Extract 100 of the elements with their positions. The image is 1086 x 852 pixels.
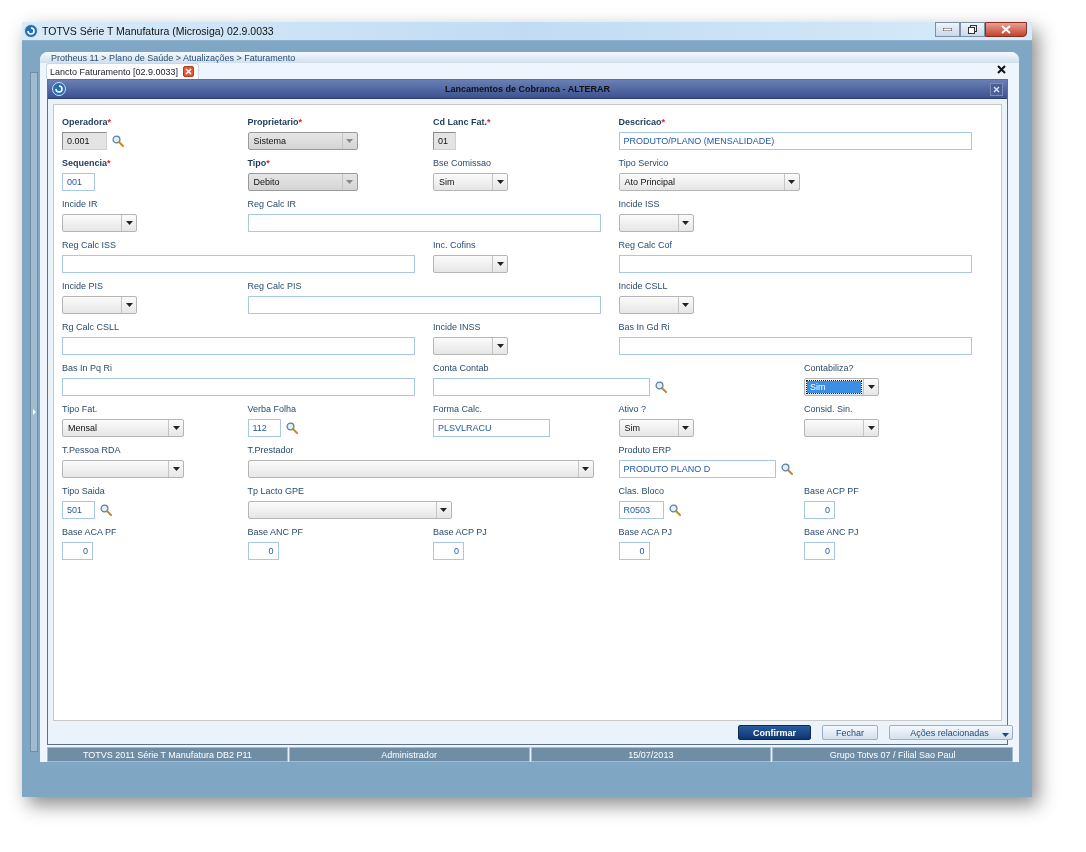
field-label: Rg Calc CSLL bbox=[62, 321, 120, 333]
field-label: Verba Folha bbox=[247, 403, 297, 415]
dropdown[interactable] bbox=[62, 460, 184, 478]
field-label: Bas In Pq Ri bbox=[62, 362, 113, 374]
dropdown[interactable] bbox=[62, 214, 137, 232]
input-field[interactable]: PRODUTO/PLANO (MENSALIDADE) bbox=[618, 132, 972, 150]
field-label: Incide IR bbox=[62, 198, 98, 210]
field-label: Incide ISS bbox=[618, 198, 660, 210]
caret-icon bbox=[867, 426, 875, 430]
menu-button[interactable]: Ações relacionadas bbox=[889, 725, 1013, 740]
close-icon bbox=[1001, 25, 1011, 34]
app-logo-icon bbox=[24, 24, 38, 38]
search-icon[interactable] bbox=[285, 422, 298, 434]
field-label: Tipo* bbox=[247, 157, 270, 169]
input-field[interactable]: 0 bbox=[247, 542, 279, 560]
input-field[interactable]: PRODUTO PLANO D bbox=[618, 460, 776, 478]
search-icon[interactable] bbox=[655, 381, 667, 393]
action-button[interactable]: Fechar bbox=[822, 725, 878, 740]
field-label: Consid. Sin. bbox=[804, 403, 853, 415]
tab[interactable]: Lancto Faturamento [02.9.0033] bbox=[46, 63, 200, 79]
input-field[interactable]: 0 bbox=[433, 542, 464, 560]
caret-icon bbox=[172, 426, 180, 430]
search-icon[interactable] bbox=[100, 504, 112, 516]
field-label: Contabiliza? bbox=[804, 362, 854, 374]
input-field[interactable] bbox=[247, 214, 601, 232]
search-icon[interactable] bbox=[780, 463, 793, 475]
input-field[interactable]: 0 bbox=[804, 501, 835, 519]
status-cell: 15/07/2013 bbox=[530, 747, 772, 762]
caret-icon bbox=[172, 467, 180, 471]
dropdown[interactable] bbox=[247, 501, 452, 519]
caret-icon bbox=[682, 426, 689, 430]
field-label: Tp Lacto GPE bbox=[247, 485, 305, 497]
field-label: Base ANC PJ bbox=[804, 526, 859, 538]
dropdown[interactable] bbox=[247, 460, 594, 478]
dropdown[interactable]: Sim bbox=[433, 173, 508, 191]
dropdown[interactable]: Sim bbox=[618, 419, 694, 437]
input-field[interactable]: 001 bbox=[62, 173, 95, 191]
field-label: Tipo Saida bbox=[62, 485, 105, 497]
field-label: Ativo ? bbox=[618, 403, 646, 415]
status-cell: Grupo Totvs 07 / Filial Sao Paul bbox=[772, 747, 1013, 762]
input-field[interactable]: 0 bbox=[804, 542, 835, 560]
close-icon[interactable] bbox=[183, 66, 195, 77]
field-label: Forma Calc. bbox=[433, 403, 482, 415]
caret-icon bbox=[682, 221, 689, 225]
input-field[interactable]: PLSVLRACU bbox=[433, 419, 550, 437]
field-label: Operadora* bbox=[62, 116, 112, 128]
caret-icon bbox=[440, 508, 447, 512]
caret-icon bbox=[125, 303, 133, 307]
dropdown[interactable] bbox=[62, 296, 137, 314]
dropdown[interactable] bbox=[433, 255, 508, 273]
dropdown[interactable]: Mensal bbox=[62, 419, 184, 437]
field-label: Base ACA PJ bbox=[618, 526, 673, 538]
caret-icon bbox=[496, 262, 504, 266]
input-field[interactable] bbox=[62, 255, 415, 273]
dropdown[interactable]: Ato Principal bbox=[618, 173, 800, 191]
close-icon[interactable] bbox=[997, 65, 1006, 74]
action-button[interactable]: Confirmar bbox=[737, 725, 811, 740]
input-field[interactable] bbox=[247, 296, 601, 314]
input-field[interactable] bbox=[618, 337, 972, 355]
field-label: Clas. Bloco bbox=[618, 485, 665, 497]
caret-icon bbox=[346, 180, 353, 184]
field-label: Base ACA PF bbox=[62, 526, 117, 538]
splitter-handle[interactable] bbox=[30, 72, 38, 752]
field-label: T.Pessoa RDA bbox=[62, 444, 121, 456]
field-label: Reg Calc IR bbox=[247, 198, 296, 210]
field-label: Incide CSLL bbox=[618, 280, 668, 292]
dropdown[interactable] bbox=[618, 214, 694, 232]
window-title: TOTVS Série T Manufatura (Microsiga) 02.9.0033 bbox=[42, 25, 274, 37]
status-cell: TOTVS 2011 Série T Manufatura DB2 P11 bbox=[47, 747, 288, 762]
caret-icon bbox=[346, 139, 353, 143]
field-label: Tipo Servico bbox=[618, 157, 669, 169]
field-label: Incide PIS bbox=[62, 280, 104, 292]
input-field[interactable]: 0 bbox=[62, 542, 93, 560]
input-field[interactable]: R0503 bbox=[618, 501, 664, 519]
input-field[interactable] bbox=[433, 378, 650, 396]
input-field[interactable] bbox=[62, 337, 415, 355]
caret-icon bbox=[125, 221, 133, 225]
dropdown[interactable] bbox=[433, 337, 508, 355]
input-field[interactable]: 0 bbox=[618, 542, 650, 560]
input-field[interactable] bbox=[618, 255, 972, 273]
arrow-icon bbox=[32, 409, 36, 415]
close-button[interactable] bbox=[990, 82, 1003, 96]
restore-button[interactable] bbox=[960, 22, 985, 37]
input-field[interactable]: 112 bbox=[247, 419, 281, 437]
input-field[interactable]: 501 bbox=[62, 501, 95, 519]
restore-icon bbox=[968, 25, 977, 34]
app-logo-icon bbox=[52, 82, 66, 96]
field-label: Conta Contab bbox=[433, 362, 489, 374]
breadcrumb: Protheus 11 > Plano de Saúde > Atualizações > Faturamento bbox=[51, 52, 296, 63]
input-field[interactable] bbox=[62, 378, 415, 396]
status-cell: Administrador bbox=[288, 747, 530, 762]
search-icon[interactable] bbox=[668, 504, 681, 516]
dropdown[interactable] bbox=[618, 296, 694, 314]
field-label: Bas In Gd Ri bbox=[618, 321, 670, 333]
close-button[interactable] bbox=[985, 22, 1027, 37]
field-label: Reg Calc PIS bbox=[247, 280, 302, 292]
field-label: Descricao* bbox=[618, 116, 666, 128]
dropdown[interactable] bbox=[804, 419, 879, 437]
caret-icon bbox=[867, 385, 875, 389]
field-label: Incide INSS bbox=[433, 321, 481, 333]
